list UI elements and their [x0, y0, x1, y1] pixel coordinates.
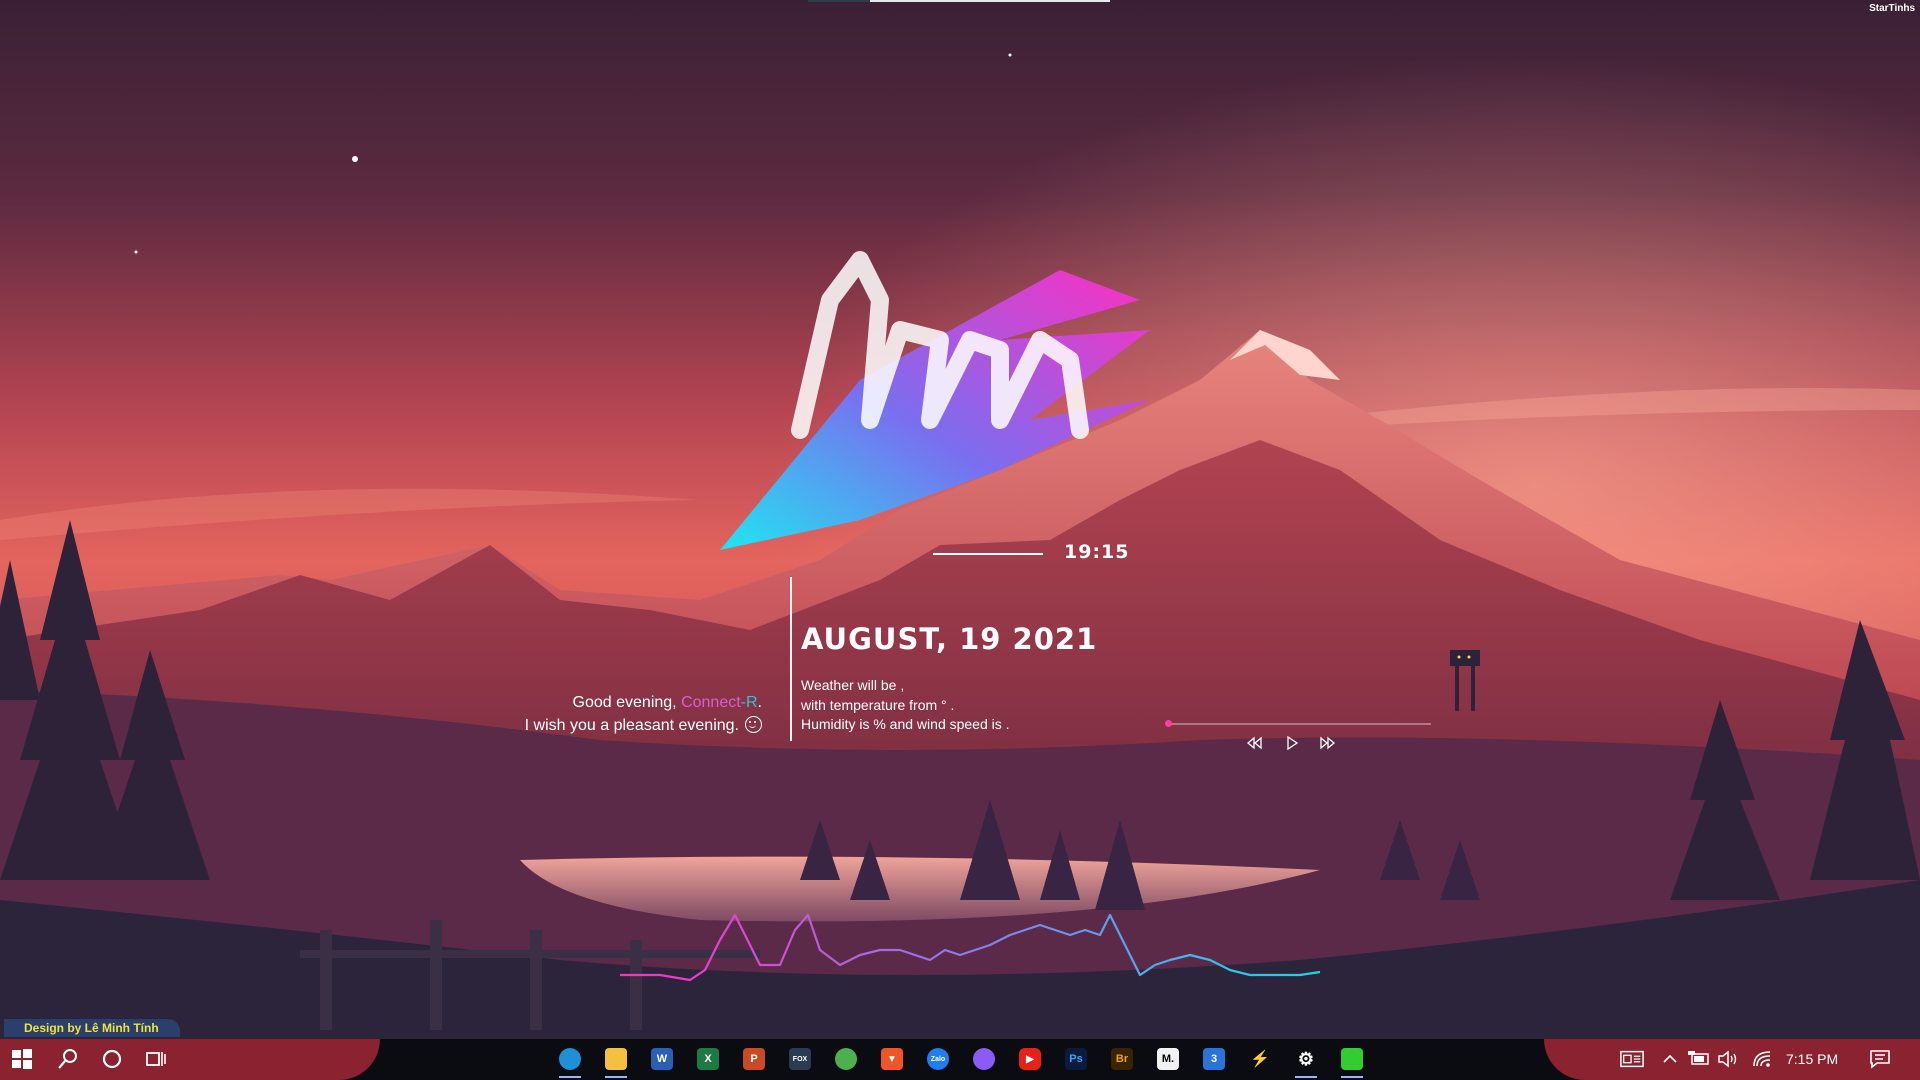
folder-icon — [605, 1048, 627, 1070]
volume-icon — [1718, 1050, 1737, 1068]
number-3-glyph: 3 — [1210, 1053, 1218, 1065]
greeting-line-1: Good evening, Connect-R. — [525, 691, 762, 714]
greeting-widget: Good evening, Connect-R. I wish you a pl… — [525, 691, 762, 737]
rewind-icon[interactable] — [1246, 734, 1264, 752]
chevron-up-icon — [1663, 1054, 1677, 1063]
design-credit: Design by Lê Minh Tính — [4, 1019, 180, 1037]
running-indicator — [559, 1076, 581, 1078]
word-glyph: W — [656, 1053, 668, 1065]
desktop-wallpaper — [0, 0, 1920, 1080]
taskbar-app-brave[interactable]: ▼ — [880, 1047, 904, 1071]
top-progress-bar-segment — [808, 0, 870, 2]
zalo-icon: Zalo — [927, 1048, 949, 1070]
powerpoint-icon: P — [743, 1048, 765, 1070]
media-progress-handle[interactable] — [1165, 720, 1172, 727]
greeting-wish: I wish you a pleasant evening. — [524, 717, 739, 734]
info-divider — [790, 577, 792, 741]
windows-icon — [12, 1049, 32, 1069]
search-button[interactable] — [56, 1047, 80, 1071]
task-view-icon — [146, 1052, 166, 1066]
taskbar-app-app-green[interactable] — [834, 1047, 858, 1071]
zalo-glyph: Zalo — [930, 1055, 946, 1063]
cortana-icon — [102, 1049, 122, 1069]
show-hidden-icons-button[interactable] — [1658, 1047, 1682, 1071]
wifi-icon — [1753, 1051, 1771, 1067]
photoshop-icon: Ps — [1065, 1048, 1087, 1070]
cortana-button[interactable] — [100, 1047, 124, 1071]
taskbar-app-bridge[interactable]: Br — [1110, 1047, 1134, 1071]
greeting-prefix: Good evening, — [572, 694, 682, 711]
foxit-glyph: FOX — [792, 1055, 808, 1063]
fast-forward-icon[interactable] — [1318, 734, 1336, 752]
clock-time: 19:15 — [1064, 541, 1130, 563]
clock-divider — [933, 553, 1043, 555]
user-name-2: R — [745, 694, 758, 711]
news-icon — [1620, 1050, 1644, 1068]
user-name: Connect — [681, 694, 741, 711]
taskbar-app-app-lightning[interactable]: ⚡ — [1248, 1047, 1272, 1071]
taskbar-app-app-green-box[interactable] — [1340, 1047, 1364, 1071]
taskbar-app-edge[interactable] — [558, 1047, 582, 1071]
running-indicator — [1341, 1076, 1363, 1078]
running-indicator — [1295, 1076, 1317, 1078]
search-icon — [58, 1049, 77, 1069]
action-center-button[interactable] — [1868, 1047, 1892, 1071]
gear-icon: ⚙ — [1297, 1048, 1315, 1069]
corner-tag: StarTinhs — [1869, 3, 1915, 14]
taskbar-app-settings[interactable]: ⚙ — [1294, 1047, 1318, 1071]
excel-glyph: X — [704, 1053, 712, 1065]
taskbar-app-photoshop[interactable]: Ps — [1064, 1047, 1088, 1071]
play-icon[interactable] — [1283, 734, 1301, 752]
youtube-icon: ▶ — [1019, 1048, 1041, 1070]
volume-button[interactable] — [1716, 1047, 1740, 1071]
date-label: AUGUST, 19 2021 — [801, 622, 1098, 656]
taskbar-app-app-3[interactable]: 3 — [1202, 1047, 1226, 1071]
greeting-line-2: I wish you a pleasant evening. — [525, 714, 762, 737]
photoshop-glyph: Ps — [1069, 1053, 1083, 1065]
lightning-icon: ⚡ — [1250, 1051, 1270, 1068]
task-view-button[interactable] — [144, 1047, 168, 1071]
bridge-glyph: Br — [1115, 1053, 1129, 1065]
bridge-icon: Br — [1111, 1048, 1133, 1070]
taskbar-app-youtube[interactable]: ▶ — [1018, 1047, 1042, 1071]
start-button[interactable] — [10, 1047, 34, 1071]
running-indicator — [605, 1076, 627, 1078]
smile-icon — [745, 716, 762, 733]
excel-icon: X — [697, 1048, 719, 1070]
weather-widget: Weather will be , with temperature from … — [801, 676, 1010, 735]
wifi-button[interactable] — [1750, 1047, 1774, 1071]
brave-icon: ▼ — [881, 1048, 903, 1070]
weather-line-1: Weather will be , — [801, 677, 905, 693]
taskbar-app-medium[interactable]: M. — [1156, 1047, 1180, 1071]
green-box-icon — [1341, 1048, 1363, 1070]
green-app-icon — [835, 1048, 857, 1070]
taskbar-app-messenger[interactable] — [972, 1047, 996, 1071]
news-widget-button[interactable] — [1620, 1047, 1644, 1071]
weather-line-2: with temperature from ° . — [801, 696, 955, 713]
taskbar-app-word[interactable]: W — [650, 1047, 674, 1071]
taskbar-app-file-explorer[interactable] — [604, 1047, 628, 1071]
taskbar-app-zalo[interactable]: Zalo — [926, 1047, 950, 1071]
taskbar-app-foxit[interactable]: FOX — [788, 1047, 812, 1071]
word-icon: W — [651, 1048, 673, 1070]
messenger-icon — [973, 1048, 995, 1070]
powerpoint-glyph: P — [750, 1053, 758, 1065]
taskbar-clock[interactable]: 7:15 PM — [1786, 1051, 1838, 1067]
battery-icon — [1688, 1051, 1709, 1065]
taskbar-app-powerpoint[interactable]: P — [742, 1047, 766, 1071]
number-3-icon: 3 — [1203, 1048, 1225, 1070]
edge-icon — [559, 1048, 581, 1070]
battery-button[interactable] — [1687, 1047, 1711, 1071]
greeting-suffix: . — [757, 694, 762, 711]
medium-glyph: M. — [1161, 1053, 1175, 1065]
media-progress-bar[interactable] — [1167, 723, 1431, 725]
weather-line-3: Humidity is % and wind speed is . — [801, 716, 1010, 732]
medium-icon: M. — [1157, 1048, 1179, 1070]
foxit-icon: FOX — [789, 1048, 811, 1070]
taskbar-app-excel[interactable]: X — [696, 1047, 720, 1071]
notification-icon — [1870, 1050, 1890, 1069]
